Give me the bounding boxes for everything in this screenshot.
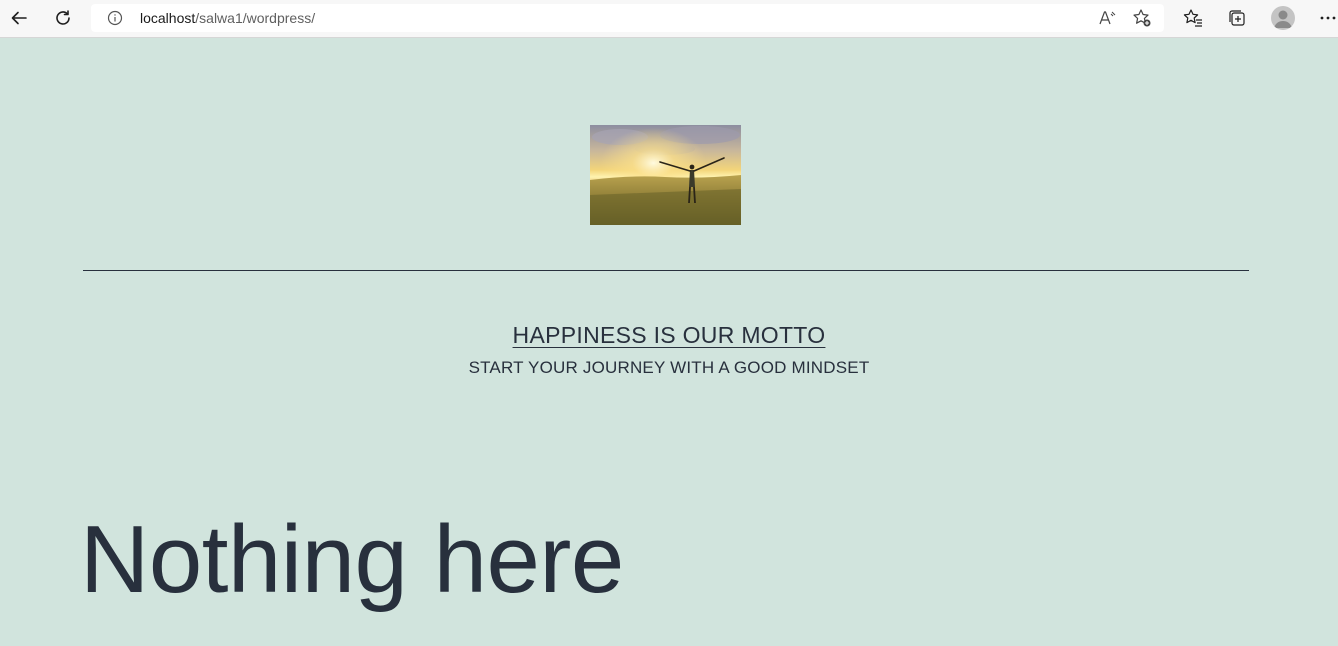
header-divider	[83, 270, 1249, 271]
favorites-icon[interactable]	[1179, 4, 1207, 32]
back-arrow-icon[interactable]	[5, 4, 33, 32]
profile-avatar[interactable]	[1271, 6, 1295, 30]
address-bar[interactable]: localhost/salwa1/wordpress/	[91, 4, 1164, 32]
read-aloud-icon[interactable]	[1097, 8, 1117, 28]
info-icon[interactable]	[107, 10, 123, 26]
browser-toolbar: localhost/salwa1/wordpress/	[0, 0, 1338, 38]
more-menu-icon[interactable]	[1314, 4, 1338, 32]
url-text[interactable]: localhost/salwa1/wordpress/	[140, 10, 315, 26]
url-path: /salwa1/wordpress/	[195, 10, 316, 26]
site-title-link[interactable]: HAPPINESS IS OUR MOTTO	[513, 322, 826, 348]
site-description: START YOUR JOURNEY WITH A GOOD MINDSET	[468, 358, 870, 377]
add-favorite-icon[interactable]	[1132, 8, 1152, 28]
url-host: localhost	[140, 10, 196, 26]
site-title: HAPPINESS IS OUR MOTTO	[0, 320, 1338, 350]
header-image	[590, 125, 741, 225]
refresh-icon[interactable]	[49, 4, 77, 32]
collections-icon[interactable]	[1223, 4, 1251, 32]
page-heading: Nothing here	[80, 506, 624, 613]
